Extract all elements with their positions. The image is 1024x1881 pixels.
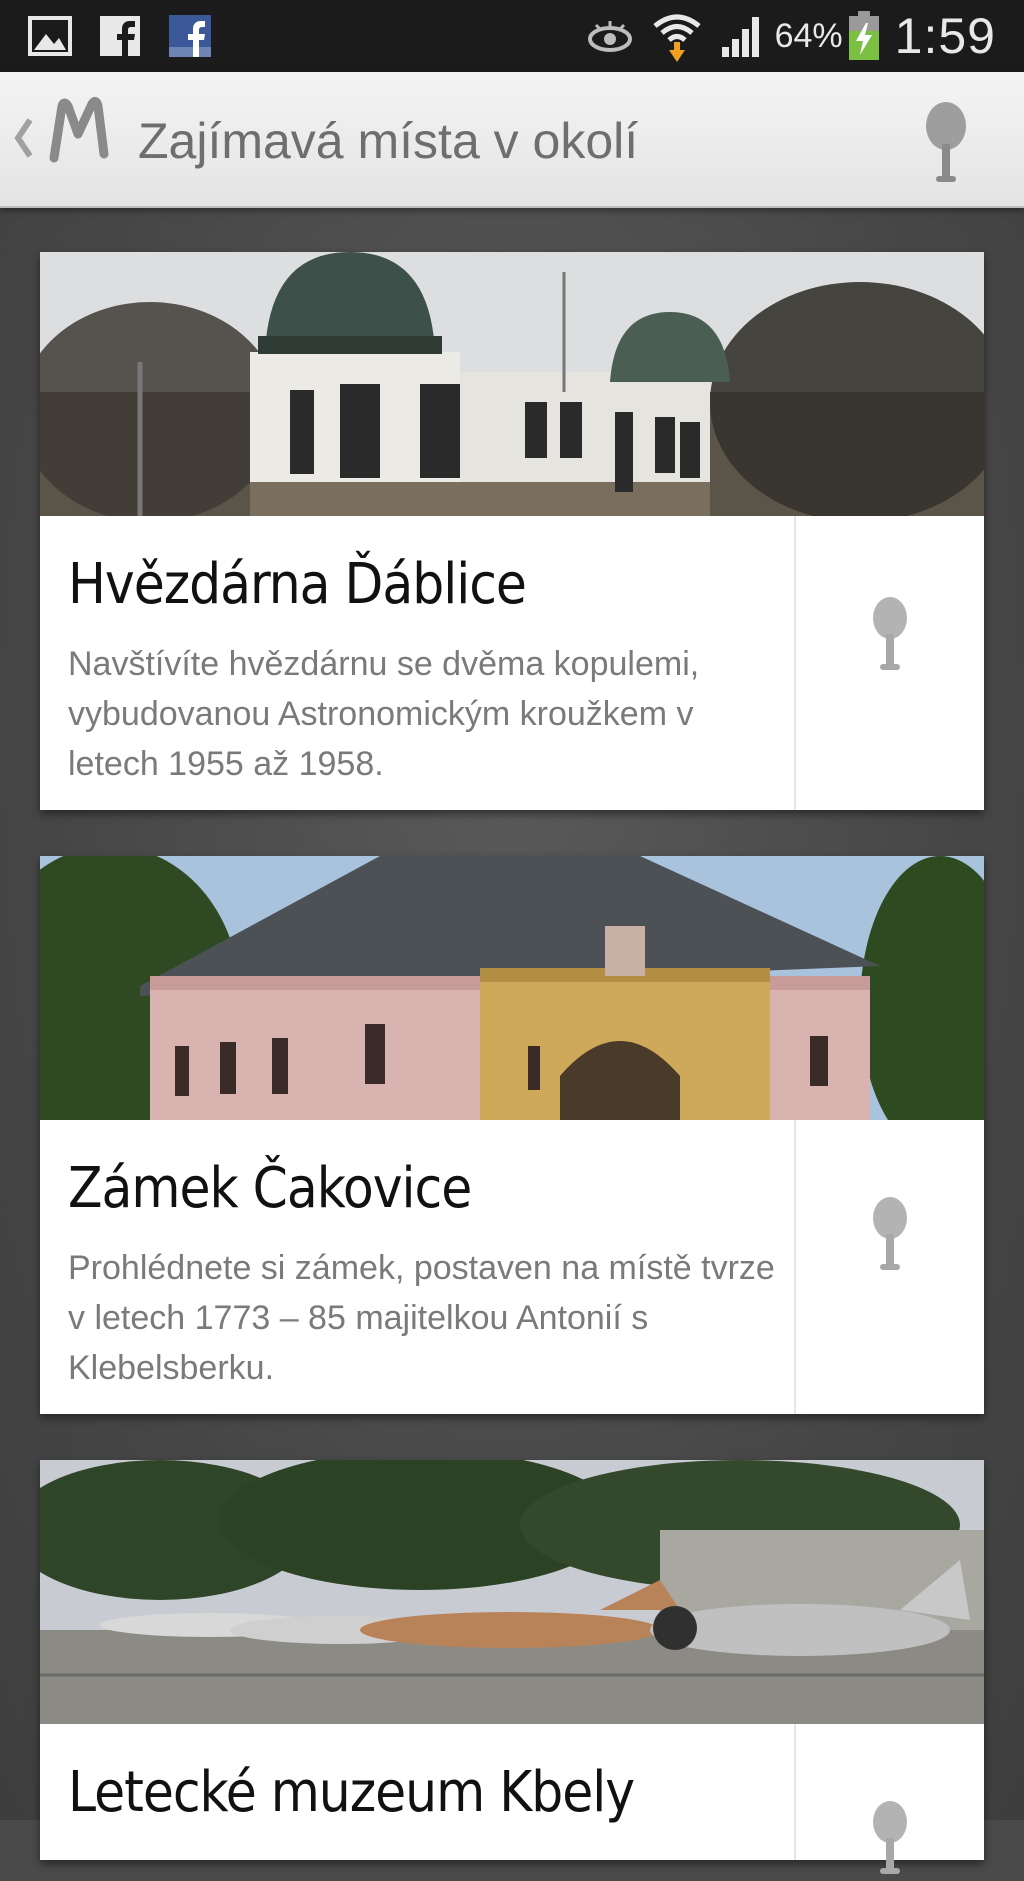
card-divider [794,1724,796,1860]
facebook-blue-icon [168,14,212,58]
place-card[interactable]: Hvězdárna Ďáblice Navštívíte hvězdárnu s… [40,252,984,810]
place-photo-chateau [40,856,984,1120]
eye-icon [585,14,635,58]
gallery-icon [28,14,72,58]
map-pin-icon[interactable] [920,100,972,189]
card-divider [794,516,796,810]
map-pin-icon[interactable] [870,596,910,677]
m-logo-icon[interactable] [48,94,112,171]
wifi-download-icon [649,14,705,62]
place-card-body: Zámek Čakovice Prohlédnete si zámek, pos… [40,1120,984,1414]
place-card[interactable]: Letecké muzeum Kbely [40,1460,984,1874]
page-title: Zajímavá místa v okolí [138,113,639,169]
place-photo-observatory [40,252,984,516]
place-title: Zámek Čakovice [68,1156,472,1221]
facebook-icon [98,14,142,58]
place-card-body: Letecké muzeum Kbely [40,1724,984,1874]
battery-percent: 64% [774,16,843,55]
place-title: Letecké muzeum Kbely [68,1760,635,1825]
battery-charging-icon [847,11,881,60]
place-description: Navštívíte hvězdárnu se dvěma kopulemi, … [68,645,700,783]
map-pin-icon[interactable] [870,1196,910,1277]
place-card[interactable]: Zámek Čakovice Prohlédnete si zámek, pos… [40,856,984,1414]
signal-icon [719,14,767,58]
place-card-body: Hvězdárna Ďáblice Navštívíte hvězdárnu s… [40,516,984,810]
action-bar: Zajímavá místa v okolí [0,72,1024,208]
place-description: Prohlédnete si zámek, postaven na místě … [68,1249,775,1387]
place-title: Hvězdárna Ďáblice [68,552,527,617]
map-pin-icon[interactable] [870,1800,910,1881]
clock: 1:59 [894,8,996,64]
status-bar: 64% 1:59 [0,0,1024,72]
card-divider [794,1120,796,1414]
place-photo-aviation-museum [40,1460,984,1724]
chevron-left-icon[interactable] [12,116,34,171]
